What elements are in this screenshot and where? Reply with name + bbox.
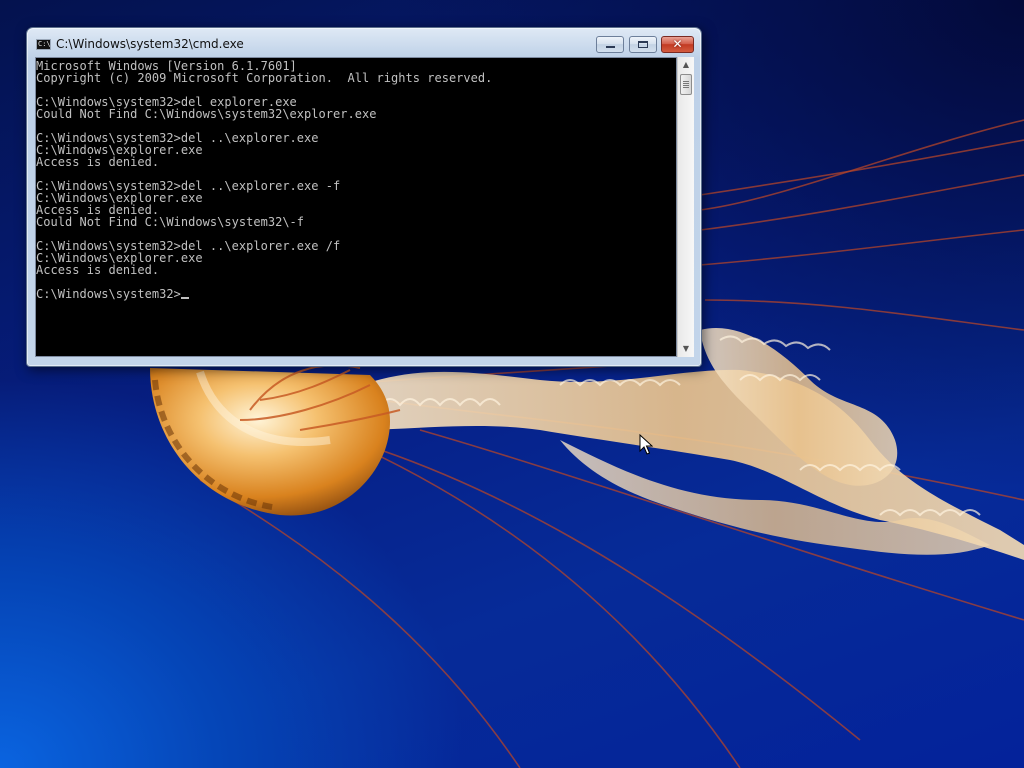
cmd-icon[interactable]: C:\ [36,39,51,50]
maximize-icon [638,41,648,48]
console-text: Microsoft Windows [Version 6.1.7601] Cop… [36,59,493,301]
minimize-icon [606,46,615,48]
close-button[interactable]: ✕ [661,36,694,53]
maximize-button[interactable] [629,36,657,53]
arrow-cursor-icon [639,434,653,455]
cmd-window[interactable]: C:\ C:\Windows\system32\cmd.exe ✕ Micros… [26,27,702,367]
jellyfish-bell [150,368,390,516]
scroll-thumb-grip [683,81,689,88]
scroll-up-button[interactable]: ▲ [678,57,694,73]
close-icon: ✕ [672,37,683,51]
window-title: C:\Windows\system32\cmd.exe [56,37,244,51]
console-output-area[interactable]: Microsoft Windows [Version 6.1.7601] Cop… [35,57,677,357]
text-cursor [180,297,189,299]
title-bar[interactable]: C:\ C:\Windows\system32\cmd.exe ✕ [27,28,701,57]
scroll-down-button[interactable]: ▼ [678,341,694,357]
vertical-scrollbar[interactable]: ▲ ▼ [677,57,694,357]
scroll-thumb[interactable] [680,74,692,95]
minimize-button[interactable] [596,36,624,53]
